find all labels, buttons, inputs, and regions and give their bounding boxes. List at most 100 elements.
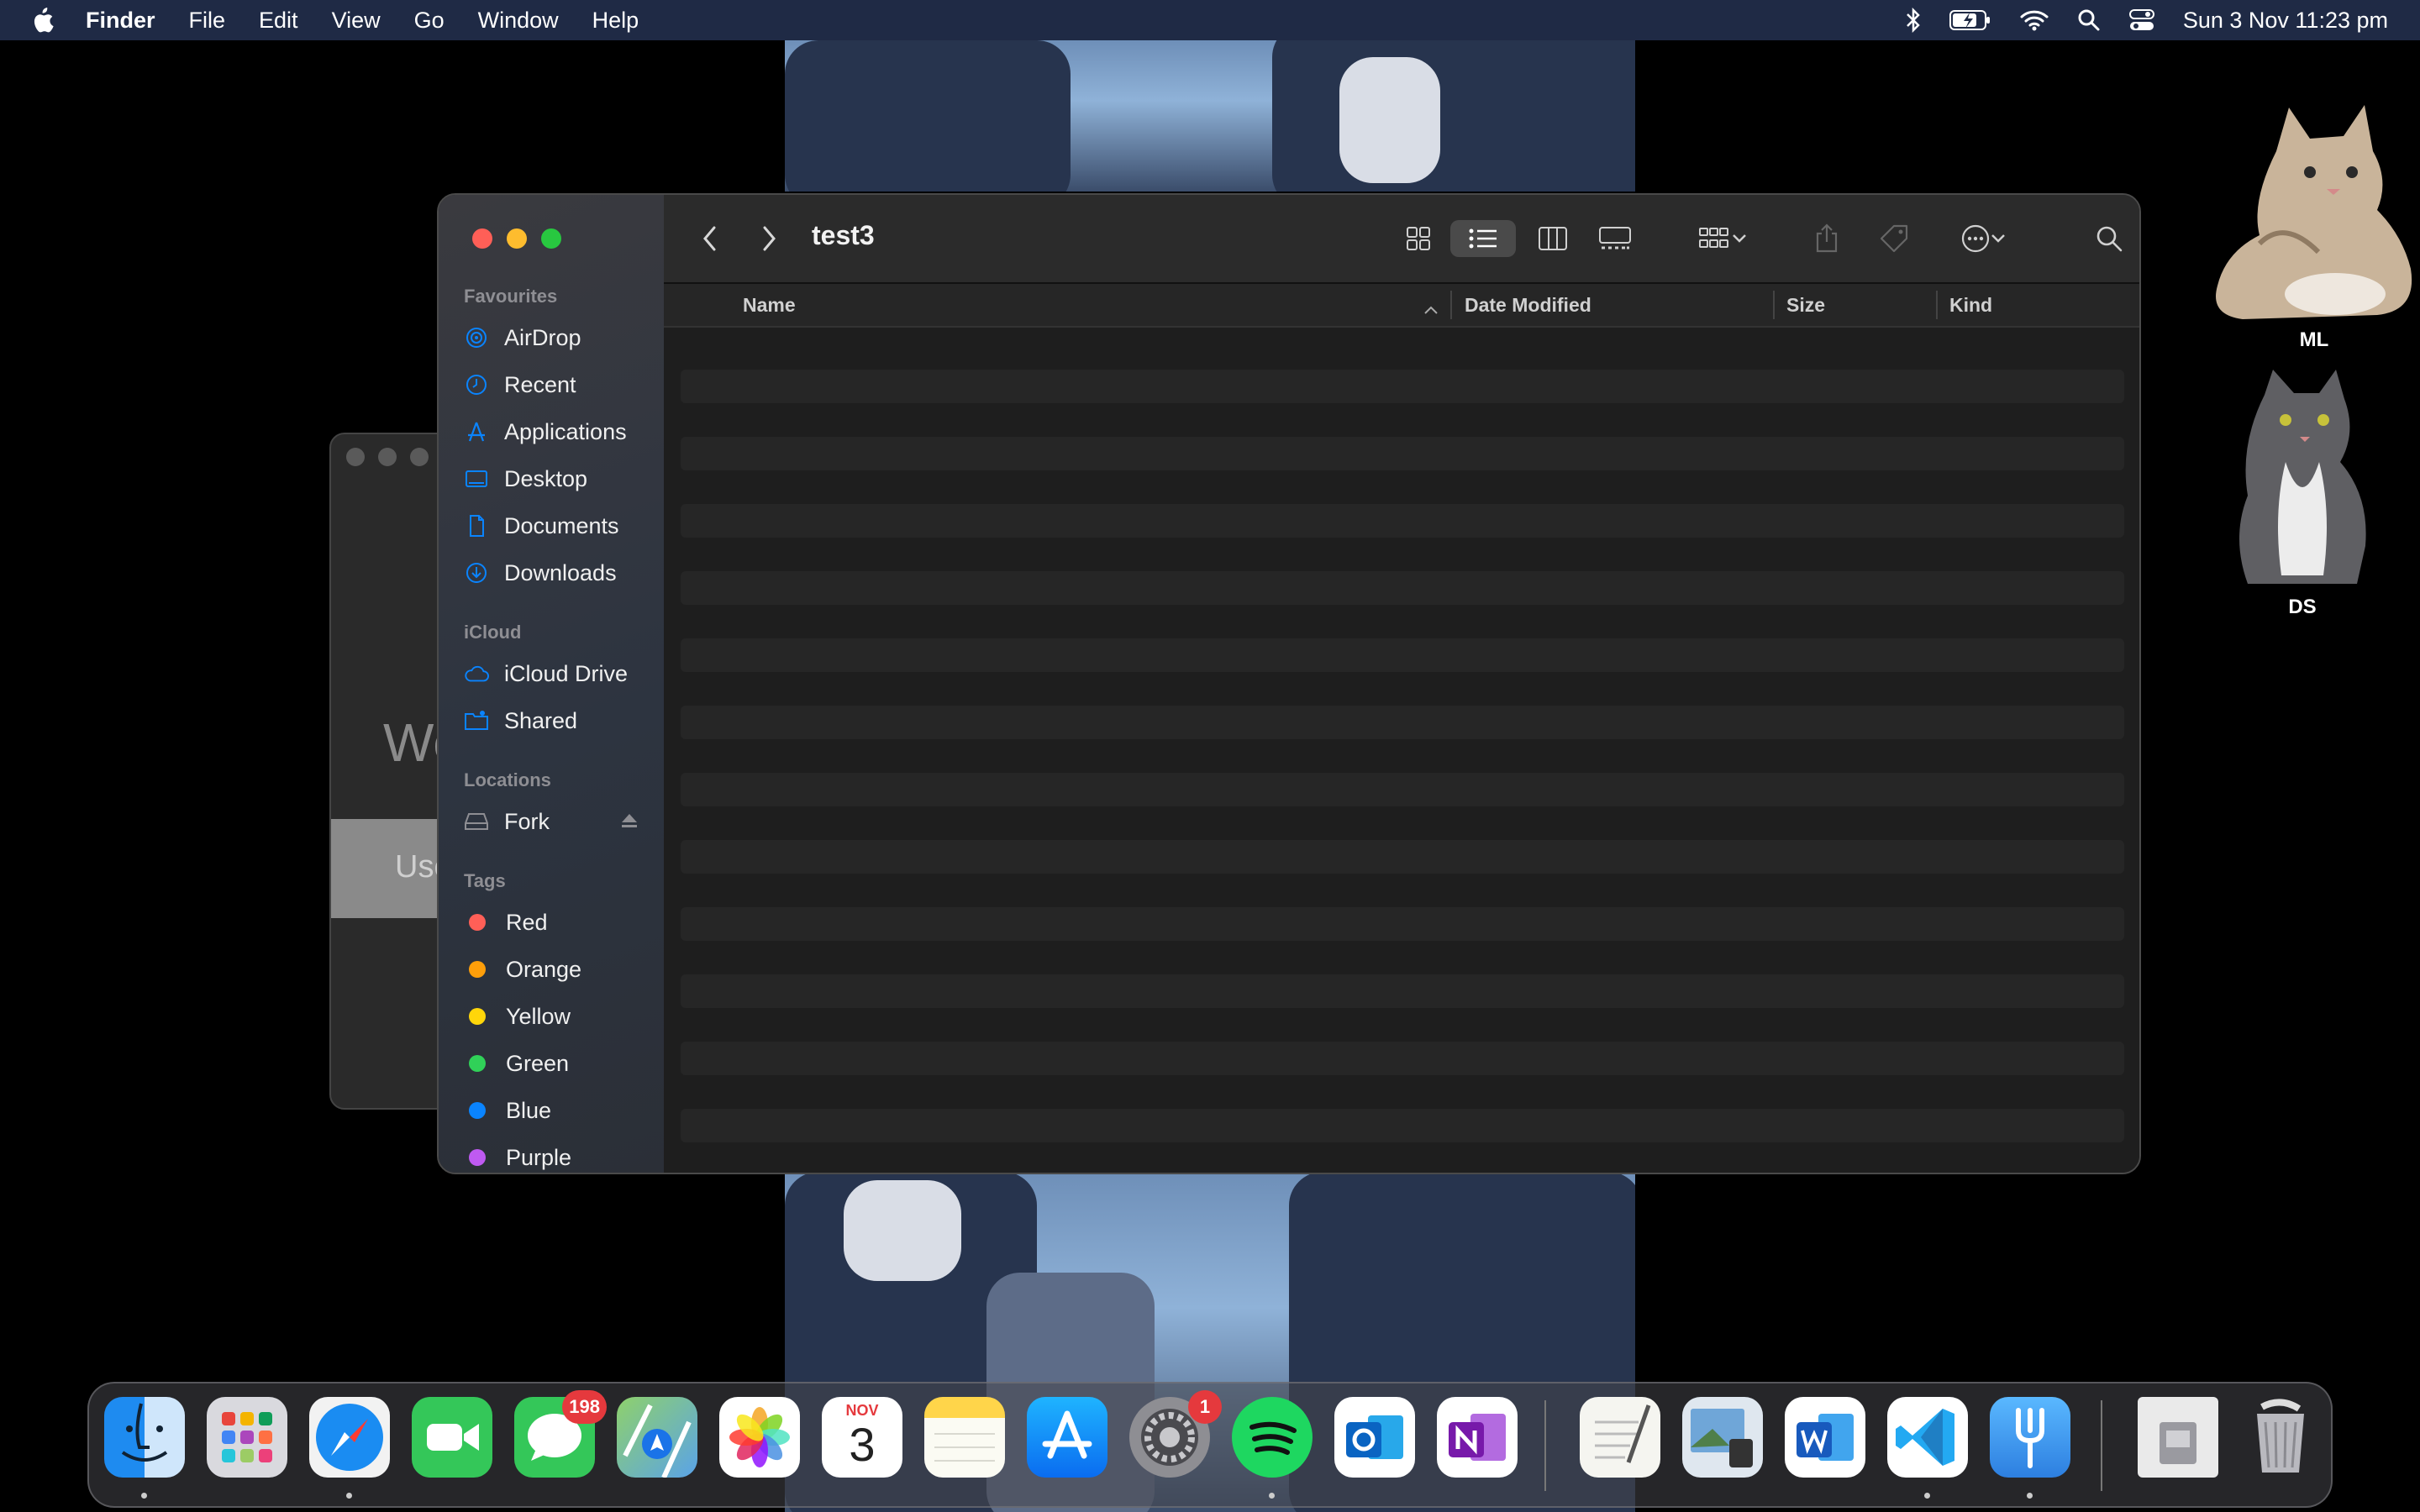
- tags-button[interactable]: [1877, 220, 1911, 257]
- zoom-button[interactable]: [541, 228, 561, 249]
- trash-icon: [2257, 1399, 2304, 1473]
- share-icon: [1816, 223, 1838, 253]
- dock-launchpad[interactable]: [207, 1397, 287, 1478]
- menu-go[interactable]: Go: [414, 8, 445, 34]
- file-list[interactable]: [664, 328, 2139, 1173]
- fork-icon: [2016, 1408, 2044, 1468]
- menu-edit[interactable]: Edit: [259, 8, 298, 34]
- section-locations: Locations: [464, 769, 551, 790]
- menu-help[interactable]: Help: [592, 8, 639, 34]
- dock-facetime[interactable]: [412, 1397, 492, 1478]
- sidebar-item-documents[interactable]: Documents: [464, 509, 657, 543]
- eject-icon[interactable]: [620, 809, 639, 835]
- dock-safari[interactable]: [309, 1397, 390, 1478]
- list-row: [681, 907, 2124, 941]
- dock-notes[interactable]: [924, 1397, 1005, 1478]
- column-kind-header[interactable]: Kind: [1949, 294, 1992, 317]
- finder-window: Favourites AirDrop Recent Applications D…: [437, 193, 2141, 1174]
- menu-file[interactable]: File: [189, 8, 226, 34]
- menu-finder[interactable]: Finder: [86, 8, 155, 34]
- list-row: [681, 638, 2124, 672]
- sidebar-item-desktop[interactable]: Desktop: [464, 462, 657, 496]
- list-row: [681, 504, 2124, 538]
- desktop-file-ds[interactable]: DS: [2218, 370, 2386, 619]
- dock-finder[interactable]: [104, 1397, 185, 1478]
- close-button[interactable]: [472, 228, 492, 249]
- dock-trash[interactable]: [2240, 1397, 2321, 1478]
- sidebar-item-fork[interactable]: Fork: [464, 805, 657, 838]
- list-row: [681, 1109, 2124, 1142]
- finder-sidebar: Favourites AirDrop Recent Applications D…: [439, 195, 666, 1173]
- sidebar-tag-green[interactable]: Green: [464, 1047, 657, 1080]
- sidebar-tag-yellow[interactable]: Yellow: [464, 1000, 657, 1033]
- menu-bar: Finder File Edit View Go Window Help Sun…: [0, 0, 2420, 40]
- sidebar-item-airdrop[interactable]: AirDrop: [464, 321, 657, 354]
- list-row: [681, 974, 2124, 1008]
- background-window-controls: [346, 448, 429, 466]
- list-row: [681, 1042, 2124, 1075]
- sidebar-tag-orange[interactable]: Orange: [464, 953, 657, 986]
- textedit-pen-icon: [1595, 1404, 1651, 1463]
- outlook-icon: [1346, 1415, 1403, 1459]
- dock-maps[interactable]: [617, 1397, 697, 1479]
- desktop-file-ml[interactable]: ML: [2207, 101, 2420, 352]
- menubar-clock[interactable]: Sun 3 Nov 11:23 pm: [2183, 8, 2388, 34]
- minimize-button[interactable]: [507, 228, 527, 249]
- search-button[interactable]: [2092, 220, 2126, 257]
- share-button[interactable]: [1810, 220, 1844, 257]
- desktop-icon: [464, 466, 489, 491]
- tag-green-dot: [469, 1055, 486, 1072]
- sidebar-item-downloads[interactable]: Downloads: [464, 556, 657, 590]
- forward-button[interactable]: [756, 220, 781, 257]
- photos-flower-icon: [729, 1407, 790, 1467]
- dock-preview[interactable]: [1682, 1397, 1763, 1478]
- dock-system-settings[interactable]: 1: [1129, 1390, 1222, 1478]
- sidebar-tag-purple[interactable]: Purple: [464, 1141, 657, 1173]
- dock-app-store[interactable]: [1027, 1397, 1107, 1478]
- sidebar-item-shared[interactable]: Shared: [464, 704, 657, 738]
- gallery-view-button[interactable]: [1593, 220, 1637, 257]
- icon-view-button[interactable]: [1397, 220, 1440, 257]
- dock-vscode[interactable]: [1887, 1397, 1968, 1478]
- bluetooth-icon[interactable]: [1906, 8, 1921, 33]
- column-view-button[interactable]: [1531, 220, 1575, 257]
- menu-view[interactable]: View: [332, 8, 381, 34]
- dock-onenote[interactable]: [1437, 1397, 1518, 1478]
- dock-fork[interactable]: [1990, 1397, 2070, 1478]
- chevron-left-icon: [703, 226, 716, 251]
- section-icloud: iCloud: [464, 622, 522, 643]
- sidebar-tag-red[interactable]: Red: [464, 906, 657, 939]
- dock-word[interactable]: [1785, 1397, 1865, 1478]
- sidebar-item-icloud-drive[interactable]: iCloud Drive: [464, 657, 657, 690]
- dock-calendar[interactable]: NOV 3: [822, 1397, 902, 1478]
- sidebar-item-recent[interactable]: Recent: [464, 368, 657, 402]
- list-row: [681, 437, 2124, 470]
- dock-photos[interactable]: [719, 1397, 800, 1478]
- menu-window[interactable]: Window: [478, 8, 559, 34]
- sort-ascending-icon[interactable]: [1423, 297, 1439, 320]
- more-actions-button[interactable]: [1949, 220, 2017, 257]
- wifi-icon[interactable]: [2020, 9, 2049, 31]
- dock-downloads-stack[interactable]: [2138, 1397, 2218, 1478]
- column-name-header[interactable]: Name: [743, 294, 796, 317]
- dock-spotify[interactable]: [1232, 1397, 1313, 1478]
- chevron-down-icon: [1991, 234, 2005, 243]
- column-date-modified-header[interactable]: Date Modified: [1465, 294, 1591, 317]
- preview-icon: [1691, 1409, 1753, 1467]
- spotlight-search-icon[interactable]: [2077, 8, 2101, 32]
- group-by-button[interactable]: [1689, 220, 1756, 257]
- dock-outlook[interactable]: [1334, 1397, 1415, 1478]
- battery-icon[interactable]: [1949, 9, 1991, 31]
- launchpad-grid-icon: [222, 1412, 272, 1462]
- dock-messages[interactable]: 198: [514, 1390, 607, 1478]
- dock-textedit[interactable]: [1580, 1397, 1660, 1478]
- word-icon: [1797, 1414, 1854, 1461]
- control-center-icon[interactable]: [2128, 8, 2154, 32]
- notes-lines-icon: [934, 1433, 995, 1462]
- list-view-button[interactable]: [1450, 220, 1516, 257]
- back-button[interactable]: [697, 220, 723, 257]
- sidebar-item-applications[interactable]: Applications: [464, 415, 657, 449]
- sidebar-tag-blue[interactable]: Blue: [464, 1094, 657, 1127]
- apple-menu-icon[interactable]: [30, 7, 54, 34]
- column-size-header[interactable]: Size: [1786, 294, 1825, 317]
